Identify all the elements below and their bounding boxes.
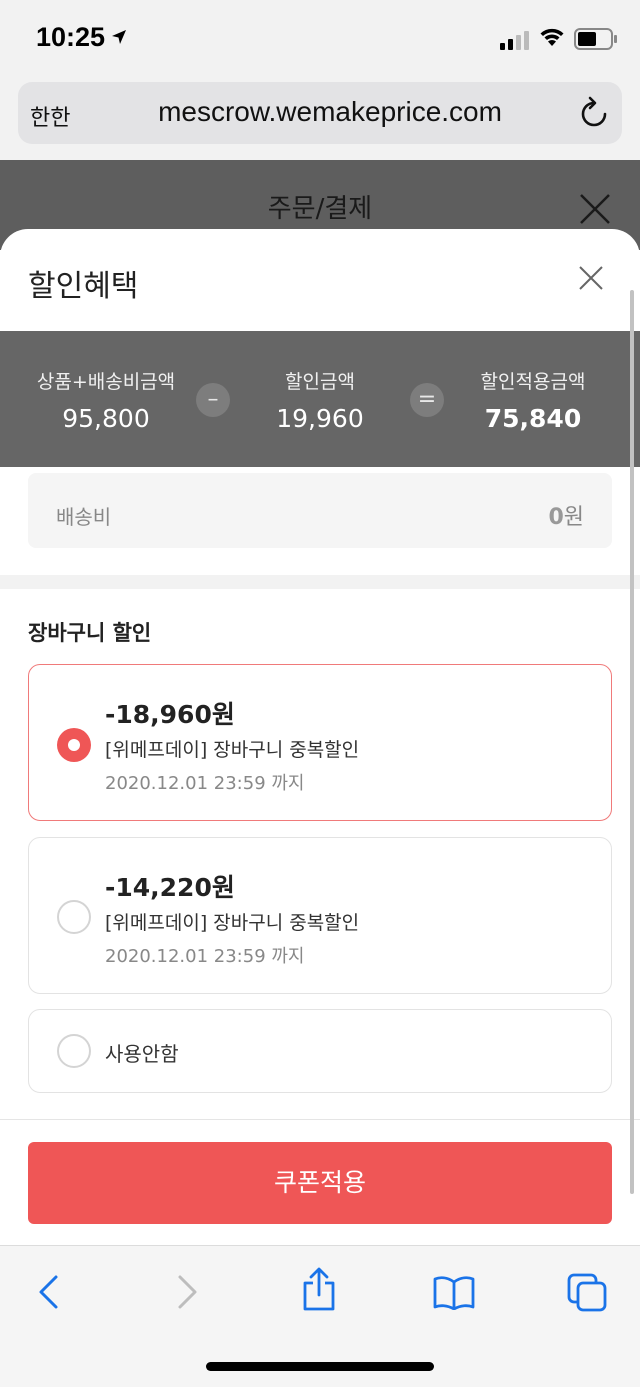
shipping-fee-label: 배송비 — [56, 505, 112, 529]
coupon-expiry: 2020.12.01 23:59 까지 — [105, 773, 305, 794]
product-amount-value: 95,800 — [62, 404, 150, 433]
cart-discount-title: 장바구니 할인 — [28, 621, 152, 645]
coupon-option-2[interactable]: -14,220원 [위메프데이] 장바구니 중복할인 2020.12.01 23… — [28, 837, 612, 994]
battery-icon — [574, 28, 617, 50]
wifi-icon — [540, 28, 564, 46]
discount-amount-label: 할인금액 — [285, 371, 355, 393]
radio-unselected[interactable] — [57, 900, 91, 934]
discount-amount-value: 19,960 — [276, 404, 364, 433]
coupon-expiry: 2020.12.01 23:59 까지 — [105, 946, 305, 967]
background-page-title: 주문/결제 — [267, 194, 373, 224]
radio-selected[interactable] — [57, 728, 91, 762]
signal-icon — [500, 31, 529, 50]
home-indicator — [206, 1362, 434, 1371]
coupon-amount: -18,960원 — [105, 700, 235, 729]
final-amount: 할인적용금액 75,840 — [433, 367, 633, 433]
product-amount-label: 상품+배송비금액 — [36, 371, 176, 393]
sheet-title: 할인혜택 — [28, 269, 139, 304]
product-amount: 상품+배송비금액 95,800 — [6, 367, 206, 433]
status-time: 10:25 — [36, 22, 106, 52]
reload-icon[interactable] — [578, 96, 610, 130]
background-close-icon — [580, 194, 610, 224]
forward-icon[interactable] — [174, 1274, 200, 1310]
scrollbar[interactable] — [630, 290, 634, 1194]
coupon-name: [위메프데이] 장바구니 중복할인 — [105, 912, 360, 934]
discount-sheet: 할인혜택 상품+배송비금액 95,800 – 할인금액 19,960 = 할인적… — [0, 229, 640, 1245]
close-icon[interactable] — [578, 265, 604, 291]
share-icon[interactable] — [300, 1266, 338, 1312]
back-icon[interactable] — [36, 1274, 62, 1310]
coupon-name: [위메프데이] 장바구니 중복할인 — [105, 739, 360, 761]
shipping-fee-value: 0원 — [548, 499, 584, 531]
button-divider — [0, 1119, 640, 1120]
url-text[interactable]: mescrow.wemakeprice.com — [140, 96, 520, 128]
shipping-fee-row: 배송비 0원 — [28, 473, 612, 548]
coupon-option-none[interactable]: 사용안함 — [28, 1009, 612, 1093]
tabs-icon[interactable] — [566, 1272, 608, 1312]
shipping-fee-unit: 원 — [563, 505, 584, 530]
final-amount-value: 75,840 — [484, 404, 582, 433]
page-settings-button[interactable]: 한한 — [30, 100, 70, 132]
shipping-fee-amount: 0 — [548, 505, 564, 530]
no-use-label: 사용안함 — [105, 1042, 179, 1066]
final-amount-label: 할인적용금액 — [480, 371, 586, 393]
location-arrow-icon — [112, 30, 126, 44]
bookmarks-icon[interactable] — [432, 1274, 476, 1310]
coupon-option-1[interactable]: -18,960원 [위메프데이] 장바구니 중복할인 2020.12.01 23… — [28, 664, 612, 821]
radio-unselected[interactable] — [57, 1034, 91, 1068]
price-summary: 상품+배송비금액 95,800 – 할인금액 19,960 = 할인적용금액 7… — [0, 331, 640, 467]
discount-amount: 할인금액 19,960 — [220, 367, 420, 433]
coupon-amount: -14,220원 — [105, 873, 235, 902]
apply-coupon-button[interactable]: 쿠폰적용 — [28, 1142, 612, 1224]
section-divider — [0, 575, 640, 589]
